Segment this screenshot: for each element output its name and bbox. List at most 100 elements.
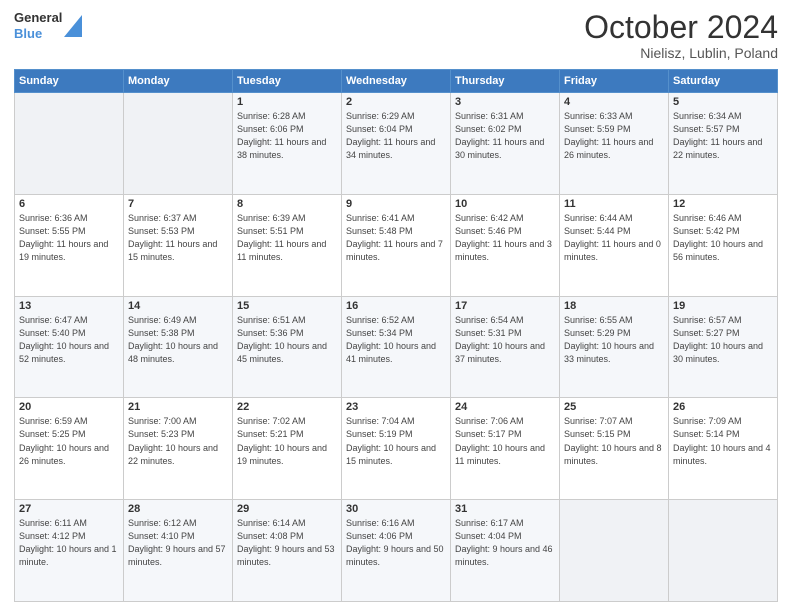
day-info: Sunrise: 6:59 AM Sunset: 5:25 PM Dayligh… (19, 415, 119, 467)
day-cell: 18 Sunrise: 6:55 AM Sunset: 5:29 PM Dayli… (560, 296, 669, 398)
day-info: Sunrise: 6:12 AM Sunset: 4:10 PM Dayligh… (128, 517, 228, 569)
day-number: 13 (19, 300, 119, 312)
day-cell: 4Sunrise: 6:33 AM Sunset: 5:59 PM Daylig… (560, 93, 669, 195)
day-info: Sunrise: 7:07 AM Sunset: 5:15 PM Dayligh… (564, 415, 664, 467)
week-row-4: 20 Sunrise: 6:59 AM Sunset: 5:25 PM Dayli… (15, 398, 778, 500)
col-header-sunday: Sunday (15, 70, 124, 93)
day-number: 27 (19, 503, 119, 515)
day-number: 8 (237, 198, 337, 210)
day-number: 28 (128, 503, 228, 515)
day-cell: 28 Sunrise: 6:12 AM Sunset: 4:10 PM Dayli… (124, 500, 233, 602)
day-number: 5 (673, 96, 773, 108)
week-row-1: 1 Sunrise: 6:28 AM Sunset: 6:06 PM Daylig… (15, 93, 778, 195)
day-info: Sunrise: 6:57 AM Sunset: 5:27 PM Dayligh… (673, 314, 773, 366)
day-info: Sunrise: 6:55 AM Sunset: 5:29 PM Dayligh… (564, 314, 664, 366)
day-cell: 24 Sunrise: 7:06 AM Sunset: 5:17 PM Dayli… (451, 398, 560, 500)
col-header-monday: Monday (124, 70, 233, 93)
day-number: 19 (673, 300, 773, 312)
day-cell: 11Sunrise: 6:44 AM Sunset: 5:44 PM Dayli… (560, 194, 669, 296)
day-cell (560, 500, 669, 602)
day-number: 26 (673, 401, 773, 413)
day-number: 2 (346, 96, 446, 108)
day-number: 12 (673, 198, 773, 210)
day-number: 14 (128, 300, 228, 312)
day-cell: 26Sunrise: 7:09 AM Sunset: 5:14 PM Dayli… (669, 398, 778, 500)
day-cell: 16 Sunrise: 6:52 AM Sunset: 5:34 PM Dayli… (342, 296, 451, 398)
day-cell (124, 93, 233, 195)
location: Nielisz, Lublin, Poland (584, 45, 778, 61)
day-number: 30 (346, 503, 446, 515)
day-cell: 1 Sunrise: 6:28 AM Sunset: 6:06 PM Daylig… (233, 93, 342, 195)
logo-text: General Blue (14, 10, 62, 41)
day-number: 16 (346, 300, 446, 312)
day-info: Sunrise: 7:06 AM Sunset: 5:17 PM Dayligh… (455, 415, 555, 467)
day-cell: 2 Sunrise: 6:29 AM Sunset: 6:04 PM Daylig… (342, 93, 451, 195)
day-cell: 12 Sunrise: 6:46 AM Sunset: 5:42 PM Dayli… (669, 194, 778, 296)
day-number: 24 (455, 401, 555, 413)
day-number: 22 (237, 401, 337, 413)
day-info: Sunrise: 6:46 AM Sunset: 5:42 PM Dayligh… (673, 212, 773, 264)
day-info: Sunrise: 6:49 AM Sunset: 5:38 PM Dayligh… (128, 314, 228, 366)
col-header-saturday: Saturday (669, 70, 778, 93)
day-number: 20 (19, 401, 119, 413)
day-number: 31 (455, 503, 555, 515)
day-cell: 8 Sunrise: 6:39 AM Sunset: 5:51 PM Daylig… (233, 194, 342, 296)
day-info: Sunrise: 6:37 AM Sunset: 5:53 PM Dayligh… (128, 212, 228, 264)
month-title: October 2024 (584, 10, 778, 45)
header: General Blue October 2024 Nielisz, Lubli… (14, 10, 778, 61)
page: General Blue October 2024 Nielisz, Lubli… (0, 0, 792, 612)
day-info: Sunrise: 6:36 AM Sunset: 5:55 PM Dayligh… (19, 212, 119, 264)
day-number: 7 (128, 198, 228, 210)
day-cell (669, 500, 778, 602)
day-info: Sunrise: 6:14 AM Sunset: 4:08 PM Dayligh… (237, 517, 337, 569)
day-cell: 20 Sunrise: 6:59 AM Sunset: 5:25 PM Dayli… (15, 398, 124, 500)
day-cell: 15 Sunrise: 6:51 AM Sunset: 5:36 PM Dayli… (233, 296, 342, 398)
day-cell: 23 Sunrise: 7:04 AM Sunset: 5:19 PM Dayli… (342, 398, 451, 500)
day-cell: 7 Sunrise: 6:37 AM Sunset: 5:53 PM Daylig… (124, 194, 233, 296)
day-cell: 13Sunrise: 6:47 AM Sunset: 5:40 PM Dayli… (15, 296, 124, 398)
day-info: Sunrise: 6:41 AM Sunset: 5:48 PM Dayligh… (346, 212, 446, 264)
week-row-5: 27Sunrise: 6:11 AM Sunset: 4:12 PM Dayli… (15, 500, 778, 602)
day-info: Sunrise: 7:04 AM Sunset: 5:19 PM Dayligh… (346, 415, 446, 467)
day-info: Sunrise: 6:28 AM Sunset: 6:06 PM Dayligh… (237, 110, 337, 162)
col-header-thursday: Thursday (451, 70, 560, 93)
day-info: Sunrise: 6:16 AM Sunset: 4:06 PM Dayligh… (346, 517, 446, 569)
day-cell: 22Sunrise: 7:02 AM Sunset: 5:21 PM Dayli… (233, 398, 342, 500)
day-number: 1 (237, 96, 337, 108)
day-cell: 29 Sunrise: 6:14 AM Sunset: 4:08 PM Dayli… (233, 500, 342, 602)
day-cell: 5 Sunrise: 6:34 AM Sunset: 5:57 PM Daylig… (669, 93, 778, 195)
day-number: 11 (564, 198, 664, 210)
day-cell: 25Sunrise: 7:07 AM Sunset: 5:15 PM Dayli… (560, 398, 669, 500)
day-info: Sunrise: 6:52 AM Sunset: 5:34 PM Dayligh… (346, 314, 446, 366)
day-number: 23 (346, 401, 446, 413)
header-row: SundayMondayTuesdayWednesdayThursdayFrid… (15, 70, 778, 93)
logo-icon (64, 15, 82, 37)
day-number: 29 (237, 503, 337, 515)
day-number: 21 (128, 401, 228, 413)
day-number: 15 (237, 300, 337, 312)
day-number: 9 (346, 198, 446, 210)
day-cell: 21 Sunrise: 7:00 AM Sunset: 5:23 PM Dayli… (124, 398, 233, 500)
day-info: Sunrise: 6:29 AM Sunset: 6:04 PM Dayligh… (346, 110, 446, 162)
day-number: 6 (19, 198, 119, 210)
day-number: 18 (564, 300, 664, 312)
col-header-wednesday: Wednesday (342, 70, 451, 93)
day-cell: 30 Sunrise: 6:16 AM Sunset: 4:06 PM Dayli… (342, 500, 451, 602)
day-info: Sunrise: 6:42 AM Sunset: 5:46 PM Dayligh… (455, 212, 555, 264)
col-header-friday: Friday (560, 70, 669, 93)
day-cell: 6 Sunrise: 6:36 AM Sunset: 5:55 PM Daylig… (15, 194, 124, 296)
week-row-3: 13Sunrise: 6:47 AM Sunset: 5:40 PM Dayli… (15, 296, 778, 398)
day-cell (15, 93, 124, 195)
day-number: 17 (455, 300, 555, 312)
col-header-tuesday: Tuesday (233, 70, 342, 93)
day-info: Sunrise: 6:34 AM Sunset: 5:57 PM Dayligh… (673, 110, 773, 162)
week-row-2: 6 Sunrise: 6:36 AM Sunset: 5:55 PM Daylig… (15, 194, 778, 296)
day-cell: 17Sunrise: 6:54 AM Sunset: 5:31 PM Dayli… (451, 296, 560, 398)
day-cell: 27Sunrise: 6:11 AM Sunset: 4:12 PM Dayli… (15, 500, 124, 602)
day-cell: 14 Sunrise: 6:49 AM Sunset: 5:38 PM Dayli… (124, 296, 233, 398)
day-info: Sunrise: 7:00 AM Sunset: 5:23 PM Dayligh… (128, 415, 228, 467)
day-info: Sunrise: 6:51 AM Sunset: 5:36 PM Dayligh… (237, 314, 337, 366)
day-info: Sunrise: 6:39 AM Sunset: 5:51 PM Dayligh… (237, 212, 337, 264)
day-number: 3 (455, 96, 555, 108)
day-number: 10 (455, 198, 555, 210)
